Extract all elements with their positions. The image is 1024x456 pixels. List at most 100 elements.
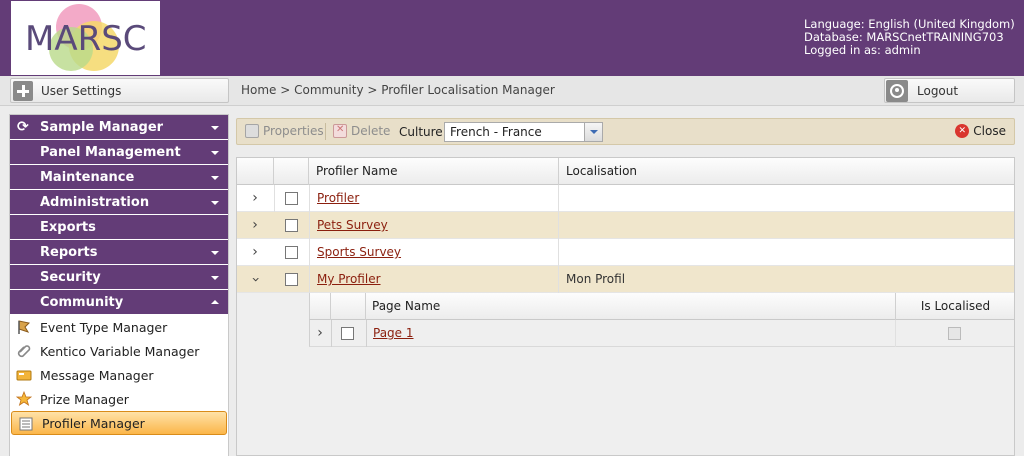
sidebar-menu-exports[interactable]: Exports xyxy=(10,215,228,240)
close-label: Close xyxy=(973,124,1006,138)
toolbar-divider xyxy=(325,123,326,140)
logout-button[interactable]: Logout xyxy=(884,78,1015,103)
properties-label: Properties xyxy=(263,124,324,138)
table-row: › Profiler xyxy=(237,185,1014,212)
user-settings-label: User Settings xyxy=(41,83,122,98)
session-info: Language: English (United Kingdom) Datab… xyxy=(804,18,1015,57)
chevron-right-icon[interactable]: › xyxy=(249,239,261,266)
plus-icon xyxy=(13,80,33,101)
top-toolbar: User Settings Home > Community > Profile… xyxy=(0,76,1024,106)
sidebar-menu-label: Panel Management xyxy=(40,144,181,160)
localisation-cell: Mon Profil xyxy=(566,272,626,286)
logo-text: MARSC xyxy=(25,19,147,59)
close-button[interactable]: ✕ Close xyxy=(955,124,1006,138)
table-row: › Page 1 xyxy=(309,320,1014,347)
column-header-page-name[interactable]: Page Name xyxy=(366,293,896,320)
refresh-icon: ⟳ xyxy=(17,119,29,135)
table-row: › Sports Survey xyxy=(237,239,1014,266)
breadcrumb: Home > Community > Profiler Localisation… xyxy=(241,83,555,97)
grid-toolbar: Properties Delete Culture French - Franc… xyxy=(236,118,1015,145)
column-header-localisation[interactable]: Localisation xyxy=(559,158,1014,185)
profiler-name-cell: Sports Survey xyxy=(309,239,559,266)
marsc-logo: MARSC xyxy=(11,1,160,75)
page-link[interactable]: Page 1 xyxy=(373,326,414,340)
expand-column-header xyxy=(310,293,331,320)
sidebar-menu-label: Reports xyxy=(40,244,98,260)
sidebar-menu-label: Community xyxy=(40,294,124,310)
sidebar-item-kentico-variable-manager[interactable]: Kentico Variable Manager xyxy=(10,339,228,363)
sidebar-item-label: Event Type Manager xyxy=(40,319,168,335)
sidebar-item-message-manager[interactable]: Message Manager xyxy=(10,363,228,387)
star-medal-icon xyxy=(16,391,32,406)
sidebar-item-label: Profiler Manager xyxy=(42,415,145,431)
row-checkbox[interactable] xyxy=(285,246,298,259)
sidebar-menu-reports[interactable]: Reports xyxy=(10,240,228,265)
row-checkbox[interactable] xyxy=(285,273,298,286)
chevron-down-icon xyxy=(211,176,219,180)
delete-button[interactable]: Delete xyxy=(333,124,390,138)
profiler-link[interactable]: Sports Survey xyxy=(317,245,401,259)
chevron-down-icon xyxy=(211,126,219,130)
sidebar-menu-community[interactable]: Community xyxy=(10,290,228,315)
row-checkbox[interactable] xyxy=(341,327,354,340)
sidebar-menu-administration[interactable]: Administration xyxy=(10,190,228,215)
column-header-profiler-name[interactable]: Profiler Name xyxy=(309,158,559,185)
sidebar-item-label: Kentico Variable Manager xyxy=(40,343,200,359)
sidebar-menu-label: Administration xyxy=(40,194,150,210)
sidebar-item-label: Prize Manager xyxy=(40,391,129,407)
column-header-is-localised[interactable]: Is Localised xyxy=(896,293,1015,320)
sidebar-item-profiler-manager[interactable]: Profiler Manager xyxy=(11,411,227,435)
chevron-right-icon[interactable]: › xyxy=(249,185,261,212)
properties-button[interactable]: Properties xyxy=(245,124,324,138)
profiler-name-cell: Profiler xyxy=(309,185,559,212)
nested-page-grid: Page Name Is Localised › Page 1 xyxy=(237,293,1014,455)
is-localised-checkbox xyxy=(948,327,961,340)
properties-icon xyxy=(245,124,259,138)
sidebar-menu-security[interactable]: Security xyxy=(10,265,228,290)
sidebar-menu-label: Sample Manager xyxy=(40,119,164,135)
sidebar-item-event-type-manager[interactable]: Event Type Manager xyxy=(10,315,228,339)
row-checkbox[interactable] xyxy=(285,219,298,232)
page-name-cell: Page 1 xyxy=(366,320,896,347)
chevron-up-icon xyxy=(211,300,219,304)
delete-icon xyxy=(333,124,347,138)
sidebar-menu-sample-manager[interactable]: ⟳ Sample Manager xyxy=(10,115,228,140)
expand-column-header xyxy=(237,158,274,185)
sidebar-item-label: Message Manager xyxy=(40,367,154,383)
sidebar-menu-maintenance[interactable]: Maintenance xyxy=(10,165,228,190)
select-column-header xyxy=(274,158,309,185)
row-checkbox[interactable] xyxy=(285,192,298,205)
chevron-down-icon[interactable]: › xyxy=(242,274,269,286)
sidebar-item-prize-manager[interactable]: Prize Manager xyxy=(10,387,228,411)
power-icon xyxy=(886,79,908,102)
sidebar: ⟳ Sample Manager Panel Management Mainte… xyxy=(9,114,229,456)
profiler-link[interactable]: My Profiler xyxy=(317,272,381,286)
profiler-grid: Profiler Name Localisation › Profiler › … xyxy=(236,157,1015,456)
culture-label: Culture xyxy=(399,125,443,139)
table-row: › Pets Survey xyxy=(237,212,1014,239)
chevron-right-icon[interactable]: › xyxy=(314,320,326,347)
paperclip-icon xyxy=(17,345,31,358)
user-settings-button[interactable]: User Settings xyxy=(10,78,229,103)
app-header: MARSC Language: English (United Kingdom)… xyxy=(0,0,1024,76)
localisation-cell xyxy=(559,239,1014,266)
culture-selected-value: French - France xyxy=(450,125,542,139)
logged-in-info: Logged in as: admin xyxy=(804,43,921,57)
select-column-header xyxy=(331,293,366,320)
culture-select[interactable]: French - France xyxy=(444,122,603,142)
subgrid-header: Page Name Is Localised xyxy=(309,293,1014,320)
chevron-down-icon xyxy=(211,151,219,155)
chevron-right-icon[interactable]: › xyxy=(249,212,261,239)
chevron-down-icon xyxy=(211,251,219,255)
chevron-down-icon[interactable] xyxy=(584,123,602,141)
profiler-link[interactable]: Profiler xyxy=(317,191,359,205)
localisation-cell xyxy=(559,185,1014,212)
sidebar-menu-panel-management[interactable]: Panel Management xyxy=(10,140,228,165)
grid-header: Profiler Name Localisation xyxy=(237,158,1014,185)
list-icon xyxy=(19,417,33,431)
profiler-link[interactable]: Pets Survey xyxy=(317,218,388,232)
chevron-down-icon xyxy=(211,201,219,205)
sidebar-menu-label: Security xyxy=(40,269,101,285)
localisation-cell xyxy=(559,212,1014,239)
profiler-name-cell: My Profiler xyxy=(309,266,559,293)
